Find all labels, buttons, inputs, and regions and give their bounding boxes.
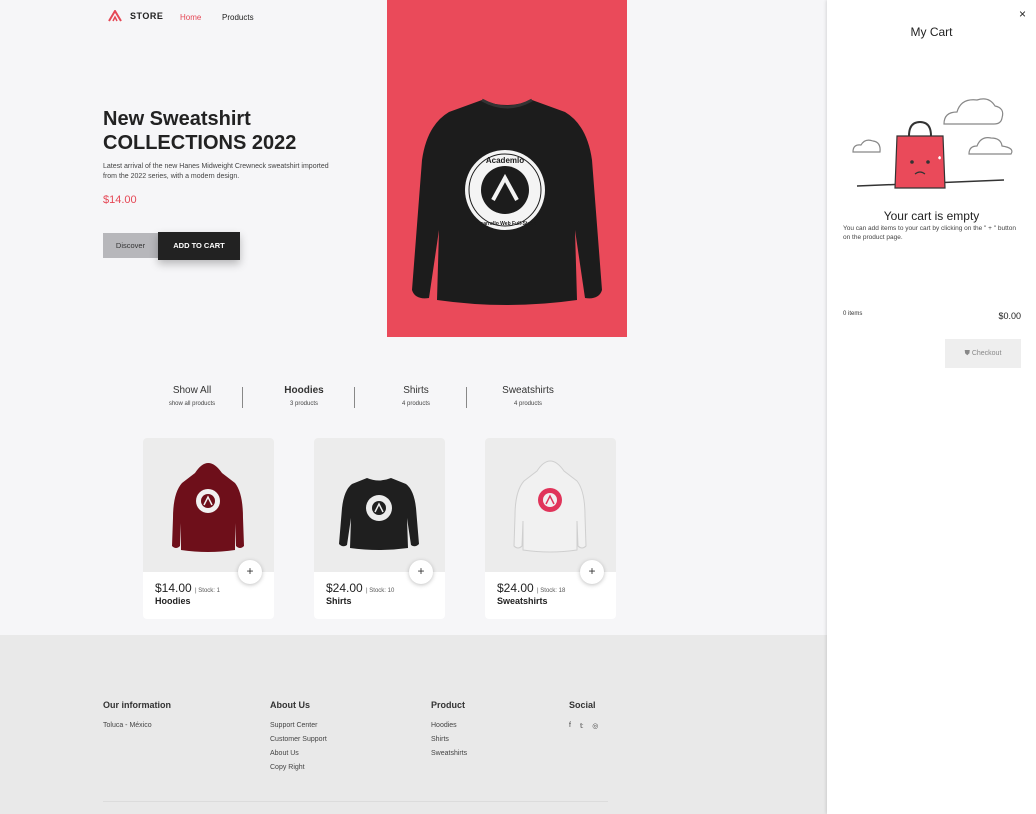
tab-hoodies[interactable]: Hoodies 3 products	[254, 385, 354, 407]
empty-cart-title: Your cart is empty	[883, 209, 980, 223]
footer-about-title: About Us	[270, 700, 310, 710]
product-price-value: $24.00	[497, 581, 534, 595]
empty-cart-description: You can add items to your cart by clicki…	[843, 225, 1016, 241]
footer-link-hoodies[interactable]: Hoodies	[431, 722, 467, 729]
tab-count: 4 products	[513, 401, 543, 407]
social-links: f 𝕥 ◎	[569, 722, 598, 730]
footer-info-column: Our information Toluca - México	[103, 700, 171, 736]
product-price: $24.00 | Stock: 18	[497, 581, 565, 595]
instagram-icon[interactable]: ◎	[592, 722, 598, 730]
footer-about-column: About Us Support Center Customer Support…	[270, 700, 327, 778]
product-price: $24.00 | Stock: 10	[326, 581, 394, 595]
checkout-button[interactable]: ⛊ Checkout	[945, 339, 1021, 368]
product-image	[314, 438, 445, 572]
hero-title: New Sweatshirt COLLECTIONS 2022	[103, 108, 297, 154]
nav-home[interactable]: Home	[180, 13, 201, 22]
footer-social-column: Social f 𝕥 ◎	[569, 700, 598, 730]
tab-label: Shirts	[403, 385, 429, 396]
product-card[interactable]: + $14.00 | Stock: 1 Hoodies	[143, 438, 274, 619]
tab-divider	[354, 387, 355, 408]
tab-show-all[interactable]: Show All show all products	[142, 385, 242, 407]
add-to-cart-plus-button[interactable]: +	[238, 560, 262, 584]
discover-button[interactable]: Discover	[103, 233, 158, 258]
product-card[interactable]: + $24.00 | Stock: 10 Shirts	[314, 438, 445, 619]
footer-location: Toluca - México	[103, 722, 152, 729]
footer-social-title: Social	[569, 700, 596, 710]
product-card[interactable]: + $24.00 | Stock: 18 Sweatshirts	[485, 438, 616, 619]
product-price-value: $24.00	[326, 581, 363, 595]
cart-total: $0.00	[998, 311, 1021, 321]
sweatshirt-illustration: Academlo Desarrollo Web Full-Stack	[412, 98, 602, 305]
empty-bag-illustration	[852, 98, 1013, 189]
facebook-icon[interactable]: f	[569, 722, 571, 730]
footer-link-support-center[interactable]: Support Center	[270, 722, 327, 729]
product-price: $14.00 | Stock: 1	[155, 581, 220, 595]
product-stock: | Stock: 18	[537, 588, 566, 594]
footer-product-title: Product	[431, 700, 466, 710]
tab-label: Hoodies	[284, 385, 324, 396]
sweatshirt-print-bottom: Desarrollo Web Full-Stack	[474, 221, 536, 227]
checkout-label: Checkout	[971, 350, 1002, 357]
footer-link-customer-support[interactable]: Customer Support	[270, 736, 327, 743]
footer-link-sweatshirts[interactable]: Sweatshirts	[431, 750, 467, 757]
shield-icon: ⛊	[964, 350, 970, 357]
footer-divider	[103, 801, 608, 802]
nav-products[interactable]: Products	[222, 13, 254, 22]
twitter-icon[interactable]: 𝕥	[580, 722, 583, 730]
footer-product-column: Product Hoodies Shirts Sweatshirts	[431, 700, 467, 764]
footer: Our information Toluca - México About Us…	[0, 635, 827, 814]
footer-link-shirts[interactable]: Shirts	[431, 736, 467, 743]
product-name: Hoodies	[155, 596, 191, 606]
tab-shirts[interactable]: Shirts 4 products	[366, 385, 466, 407]
product-image	[143, 438, 274, 572]
tab-label: Show All	[172, 385, 212, 396]
tab-sweatshirts[interactable]: Sweatshirts 4 products	[478, 385, 578, 407]
product-price-value: $14.00	[155, 581, 192, 595]
product-name: Sweatshirts	[497, 596, 548, 606]
tab-label: Sweatshirts	[502, 385, 554, 396]
tab-count: 4 products	[401, 401, 431, 407]
sweatshirt-print-top: Academlo	[486, 156, 524, 165]
hoodie-illustration	[172, 463, 244, 552]
tab-count: 3 products	[289, 401, 319, 407]
tab-count: show all products	[168, 401, 216, 407]
logo-icon	[108, 10, 122, 22]
add-to-cart-plus-button[interactable]: +	[409, 560, 433, 584]
brand-name: STORE	[130, 11, 164, 21]
hero-description: Latest arrival of the new Hanes Midweigh…	[103, 163, 329, 180]
hero-price: $14.00	[103, 194, 137, 206]
brand-logo[interactable]: STORE	[108, 10, 163, 22]
footer-link-copy-right[interactable]: Copy Right	[270, 764, 327, 771]
product-name: Shirts	[326, 596, 352, 606]
product-stock: | Stock: 10	[366, 588, 395, 594]
sweatshirt-hoodie-illustration	[513, 460, 587, 553]
add-to-cart-button[interactable]: ADD TO CART	[158, 232, 240, 260]
add-to-cart-plus-button[interactable]: +	[580, 560, 604, 584]
cart-items-count: 0 items	[843, 311, 863, 317]
product-image	[485, 438, 616, 572]
footer-info-title: Our information	[103, 700, 171, 710]
hero-product-image: Academlo Desarrollo Web Full-Stack	[387, 0, 627, 337]
tab-divider	[242, 387, 243, 408]
cart-panel: × My Cart Your cart is empty You can add…	[827, 0, 1036, 814]
product-stock: | Stock: 1	[195, 588, 220, 594]
footer-link-about-us[interactable]: About Us	[270, 750, 327, 757]
close-icon[interactable]: ×	[1019, 7, 1026, 21]
tab-divider	[466, 387, 467, 408]
shirt-illustration	[339, 478, 419, 550]
cart-title: My Cart	[910, 25, 953, 39]
